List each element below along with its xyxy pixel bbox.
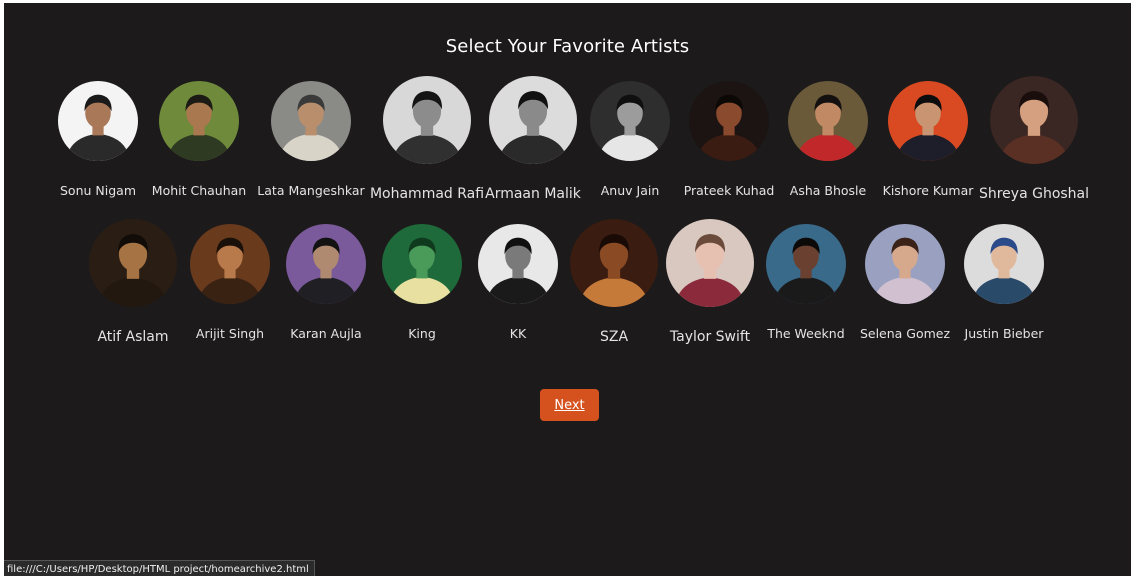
artist-card-arijit-singh[interactable]: Arijit Singh — [190, 224, 270, 341]
artist-avatar — [159, 81, 239, 161]
artist-avatar — [382, 224, 462, 304]
artist-photo — [964, 224, 1044, 304]
artist-avatar — [788, 81, 868, 161]
artist-card-mohammad-rafi[interactable]: Mohammad Rafi — [370, 76, 484, 202]
artist-card-the-weeknd[interactable]: The Weeknd — [766, 224, 846, 341]
artist-card-kk[interactable]: KK — [478, 224, 558, 341]
artist-avatar — [766, 224, 846, 304]
artist-photo — [286, 224, 366, 304]
artist-avatar — [964, 224, 1044, 304]
artist-name: Kishore Kumar — [882, 183, 974, 198]
artist-name: Justin Bieber — [964, 326, 1044, 341]
artist-photo — [159, 81, 239, 161]
artist-card-shreya-ghoshal[interactable]: Shreya Ghoshal — [979, 76, 1089, 202]
artist-name: Sonu Nigam — [60, 183, 136, 198]
artist-name: Atif Aslam — [97, 329, 169, 345]
artist-photo — [382, 224, 462, 304]
artist-photo — [666, 219, 754, 307]
artist-card-karan-aujla[interactable]: Karan Aujla — [286, 224, 366, 341]
artist-photo — [489, 76, 577, 164]
artist-photo — [190, 224, 270, 304]
artist-photo — [865, 224, 945, 304]
artist-card-prateek-kuhad[interactable]: Prateek Kuhad — [684, 81, 774, 198]
artist-photo — [888, 81, 968, 161]
artist-name: Armaan Malik — [485, 186, 581, 202]
artist-card-atif-aslam[interactable]: Atif Aslam — [89, 219, 177, 345]
artist-avatar — [590, 81, 670, 161]
artist-card-justin-bieber[interactable]: Justin Bieber — [964, 224, 1044, 341]
artist-avatar — [383, 76, 471, 164]
artist-card-king[interactable]: King — [382, 224, 462, 341]
artist-card-lata-mangeshkar[interactable]: Lata Mangeshkar — [257, 81, 365, 198]
artist-avatar — [89, 219, 177, 307]
artist-avatar — [689, 81, 769, 161]
artist-avatar — [286, 224, 366, 304]
artist-name: Lata Mangeshkar — [257, 183, 365, 198]
artist-avatar — [990, 76, 1078, 164]
artist-photo — [590, 81, 670, 161]
status-bar-url: file:///C:/Users/HP/Desktop/HTML project… — [4, 560, 315, 576]
artist-photo — [383, 76, 471, 164]
artist-card-armaan-malik[interactable]: Armaan Malik — [485, 76, 581, 202]
artist-name: SZA — [599, 329, 629, 345]
artist-card-mohit-chauhan[interactable]: Mohit Chauhan — [152, 81, 246, 198]
artist-name: Taylor Swift — [669, 329, 751, 345]
artist-photo — [58, 81, 138, 161]
artist-card-sonu-nigam[interactable]: Sonu Nigam — [58, 81, 138, 198]
artist-avatar — [58, 81, 138, 161]
artist-avatar — [489, 76, 577, 164]
artist-name: Shreya Ghoshal — [978, 186, 1090, 202]
artist-name: Karan Aujla — [290, 326, 362, 341]
artist-card-sza[interactable]: SZA — [570, 219, 658, 345]
artist-name: Anuv Jain — [600, 183, 660, 198]
artist-photo — [689, 81, 769, 161]
artist-avatar — [271, 81, 351, 161]
artist-avatar — [666, 219, 754, 307]
artist-name: King — [408, 326, 436, 341]
artist-card-taylor-swift[interactable]: Taylor Swift — [666, 219, 754, 345]
artist-card-anuv-jain[interactable]: Anuv Jain — [590, 81, 670, 198]
artist-avatar — [190, 224, 270, 304]
artist-photo — [570, 219, 658, 307]
artist-name: Prateek Kuhad — [683, 183, 775, 198]
artist-photo — [766, 224, 846, 304]
artist-card-selena-gomez[interactable]: Selena Gomez — [860, 224, 950, 341]
artist-photo — [990, 76, 1078, 164]
artist-name: Selena Gomez — [859, 326, 951, 341]
artist-avatar — [570, 219, 658, 307]
artist-photo — [788, 81, 868, 161]
artist-name: KK — [509, 326, 527, 341]
artist-avatar — [888, 81, 968, 161]
artist-name: Mohammad Rafi — [369, 186, 485, 202]
artist-photo — [89, 219, 177, 307]
artist-avatar — [865, 224, 945, 304]
next-button[interactable]: Next — [540, 389, 599, 421]
artist-photo — [478, 224, 558, 304]
artist-name: Arijit Singh — [195, 326, 265, 341]
artist-avatar — [478, 224, 558, 304]
artist-name: Asha Bhosle — [789, 183, 867, 198]
artist-name: The Weeknd — [767, 326, 845, 341]
page-title: Select Your Favorite Artists — [445, 36, 690, 57]
app-frame: Select Your Favorite Artists Sonu Nigam … — [4, 3, 1131, 576]
artist-photo — [271, 81, 351, 161]
artist-card-kishore-kumar[interactable]: Kishore Kumar — [883, 81, 973, 198]
artist-name: Mohit Chauhan — [151, 183, 247, 198]
artist-card-asha-bhosle[interactable]: Asha Bhosle — [788, 81, 868, 198]
